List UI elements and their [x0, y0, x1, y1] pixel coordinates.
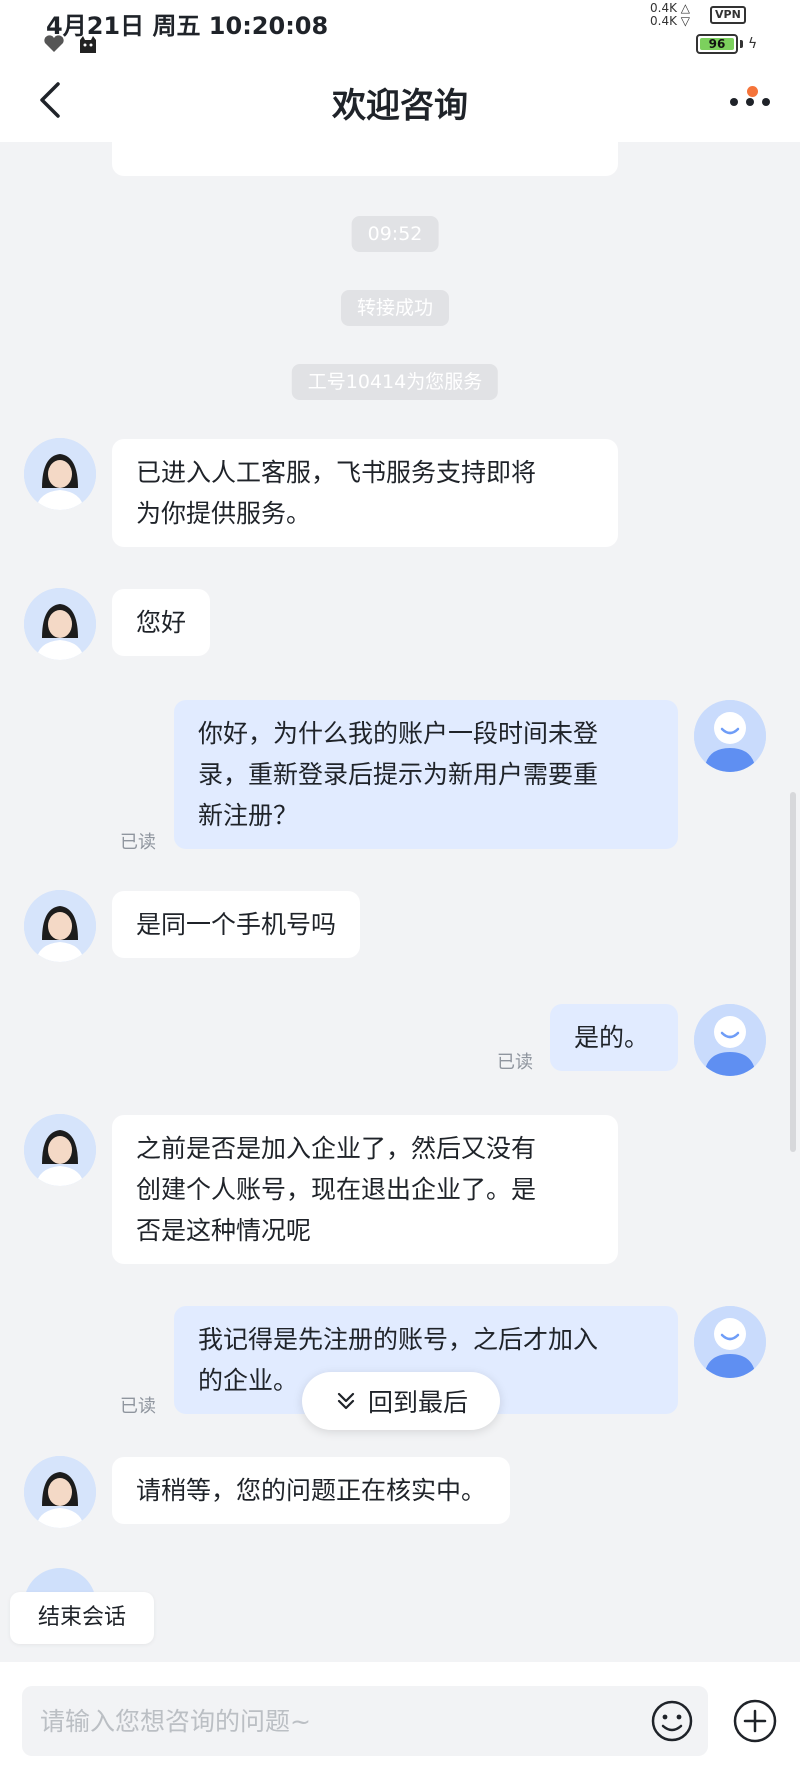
message-line: 录，重新登录后提示为新用户需要重 — [198, 760, 599, 789]
message-bubble-partial — [112, 142, 618, 176]
message-bubble[interactable]: 您好 — [112, 589, 211, 656]
agent-avatar-icon — [24, 890, 96, 962]
chevron-double-down-icon — [337, 1392, 355, 1410]
message-line: 之前是否是加入企业了，然后又没有 — [136, 1134, 537, 1163]
agent-avatar[interactable] — [24, 1114, 96, 1186]
message-bubble[interactable]: 是的。 — [550, 1004, 678, 1071]
user-avatar[interactable] — [694, 1004, 766, 1076]
user-avatar[interactable] — [694, 700, 766, 772]
input-bar — [0, 1662, 800, 1779]
message-line: 是同一个手机号吗 — [136, 910, 337, 939]
agent-avatar-icon — [24, 1114, 96, 1186]
more-button[interactable] — [724, 76, 776, 120]
message-line: 否是这种情况呢 — [136, 1216, 312, 1245]
read-status: 已读 — [497, 1052, 533, 1073]
notification-dot — [747, 86, 758, 97]
status-right-cluster: 0.4K △ 0.4K ▽ VPN 96 ϟ — [650, 2, 760, 58]
page-title: 欢迎咨询 — [332, 86, 468, 126]
message-line: 是的。 — [574, 1023, 650, 1052]
message-line: 创建个人账号，现在退出企业了。是 — [136, 1175, 537, 1204]
chat-area[interactable]: 09:52 转接成功 工号10414为您服务 已进入人工客服，飞书服务支持即将 … — [0, 142, 800, 1662]
agent-avatar[interactable] — [24, 438, 96, 510]
agent-avatar[interactable] — [24, 890, 96, 962]
status-notification-icons — [42, 34, 100, 54]
jump-to-latest-button[interactable]: 回到最后 — [302, 1372, 500, 1430]
message-line: 你好，为什么我的账户一段时间未登 — [198, 719, 599, 748]
charging-icon: ϟ — [748, 36, 758, 52]
cat-notification-icon — [80, 36, 96, 53]
agent-avatar-icon — [24, 588, 96, 660]
timestamp-pill: 09:52 — [351, 216, 439, 252]
message-line: 已进入人工客服，飞书服务支持即将 — [136, 458, 537, 487]
emoji-button[interactable] — [650, 1699, 694, 1743]
system-transfer-pill: 转接成功 — [340, 290, 450, 326]
message-input-box — [22, 1686, 708, 1756]
chat-scrollbar[interactable] — [790, 792, 796, 1152]
more-icon — [730, 98, 770, 106]
battery-icon: 96 — [696, 34, 738, 54]
emoji-icon — [651, 1700, 693, 1742]
user-avatar-icon — [694, 1306, 766, 1378]
add-attachment-button[interactable] — [732, 1698, 778, 1744]
app-header: 欢迎咨询 — [0, 62, 800, 142]
message-bubble[interactable]: 已进入人工客服，飞书服务支持即将 为你提供服务。 — [112, 439, 618, 547]
plus-circle-icon — [733, 1699, 777, 1743]
system-agent-id-pill: 工号10414为您服务 — [291, 364, 499, 400]
battery-level: 96 — [700, 38, 734, 50]
message-line: 您好 — [136, 608, 187, 637]
jump-to-latest-label: 回到最后 — [367, 1388, 468, 1417]
message-bubble[interactable]: 是同一个手机号吗 — [112, 891, 361, 958]
message-bubble[interactable]: 你好，为什么我的账户一段时间未登 录，重新登录后提示为新用户需要重 新注册？ — [174, 700, 678, 849]
agent-avatar[interactable] — [24, 588, 96, 660]
agent-avatar[interactable] — [24, 1456, 96, 1528]
message-line: 请稍等，您的问题正在核实中。 — [136, 1476, 487, 1505]
message-bubble[interactable]: 请稍等，您的问题正在核实中。 — [112, 1457, 511, 1524]
read-status: 已读 — [120, 832, 156, 853]
heart-notification-icon — [44, 35, 64, 52]
message-line: 我记得是先注册的账号，之后才加入 — [198, 1325, 599, 1354]
message-line: 为你提供服务。 — [136, 499, 312, 528]
message-bubble[interactable]: 之前是否是加入企业了，然后又没有 创建个人账号，现在退出企业了。是 否是这种情况… — [112, 1115, 618, 1264]
message-line: 新注册？ — [198, 801, 299, 830]
vpn-badge: VPN — [710, 6, 746, 24]
network-speed: 0.4K △ 0.4K ▽ — [650, 1, 690, 28]
user-avatar-icon — [694, 1004, 766, 1076]
agent-avatar-icon — [24, 1456, 96, 1528]
status-bar: 4月21日 周五 10:20:08 0.4K △ 0.4K ▽ VPN 96 ϟ — [0, 0, 800, 62]
agent-avatar-icon — [24, 438, 96, 510]
user-avatar[interactable] — [694, 1306, 766, 1378]
read-status: 已读 — [120, 1396, 156, 1417]
message-input[interactable] — [40, 1686, 640, 1756]
end-session-button[interactable]: 结束会话 — [10, 1592, 154, 1644]
user-avatar-icon — [694, 700, 766, 772]
battery-tip — [740, 40, 743, 48]
